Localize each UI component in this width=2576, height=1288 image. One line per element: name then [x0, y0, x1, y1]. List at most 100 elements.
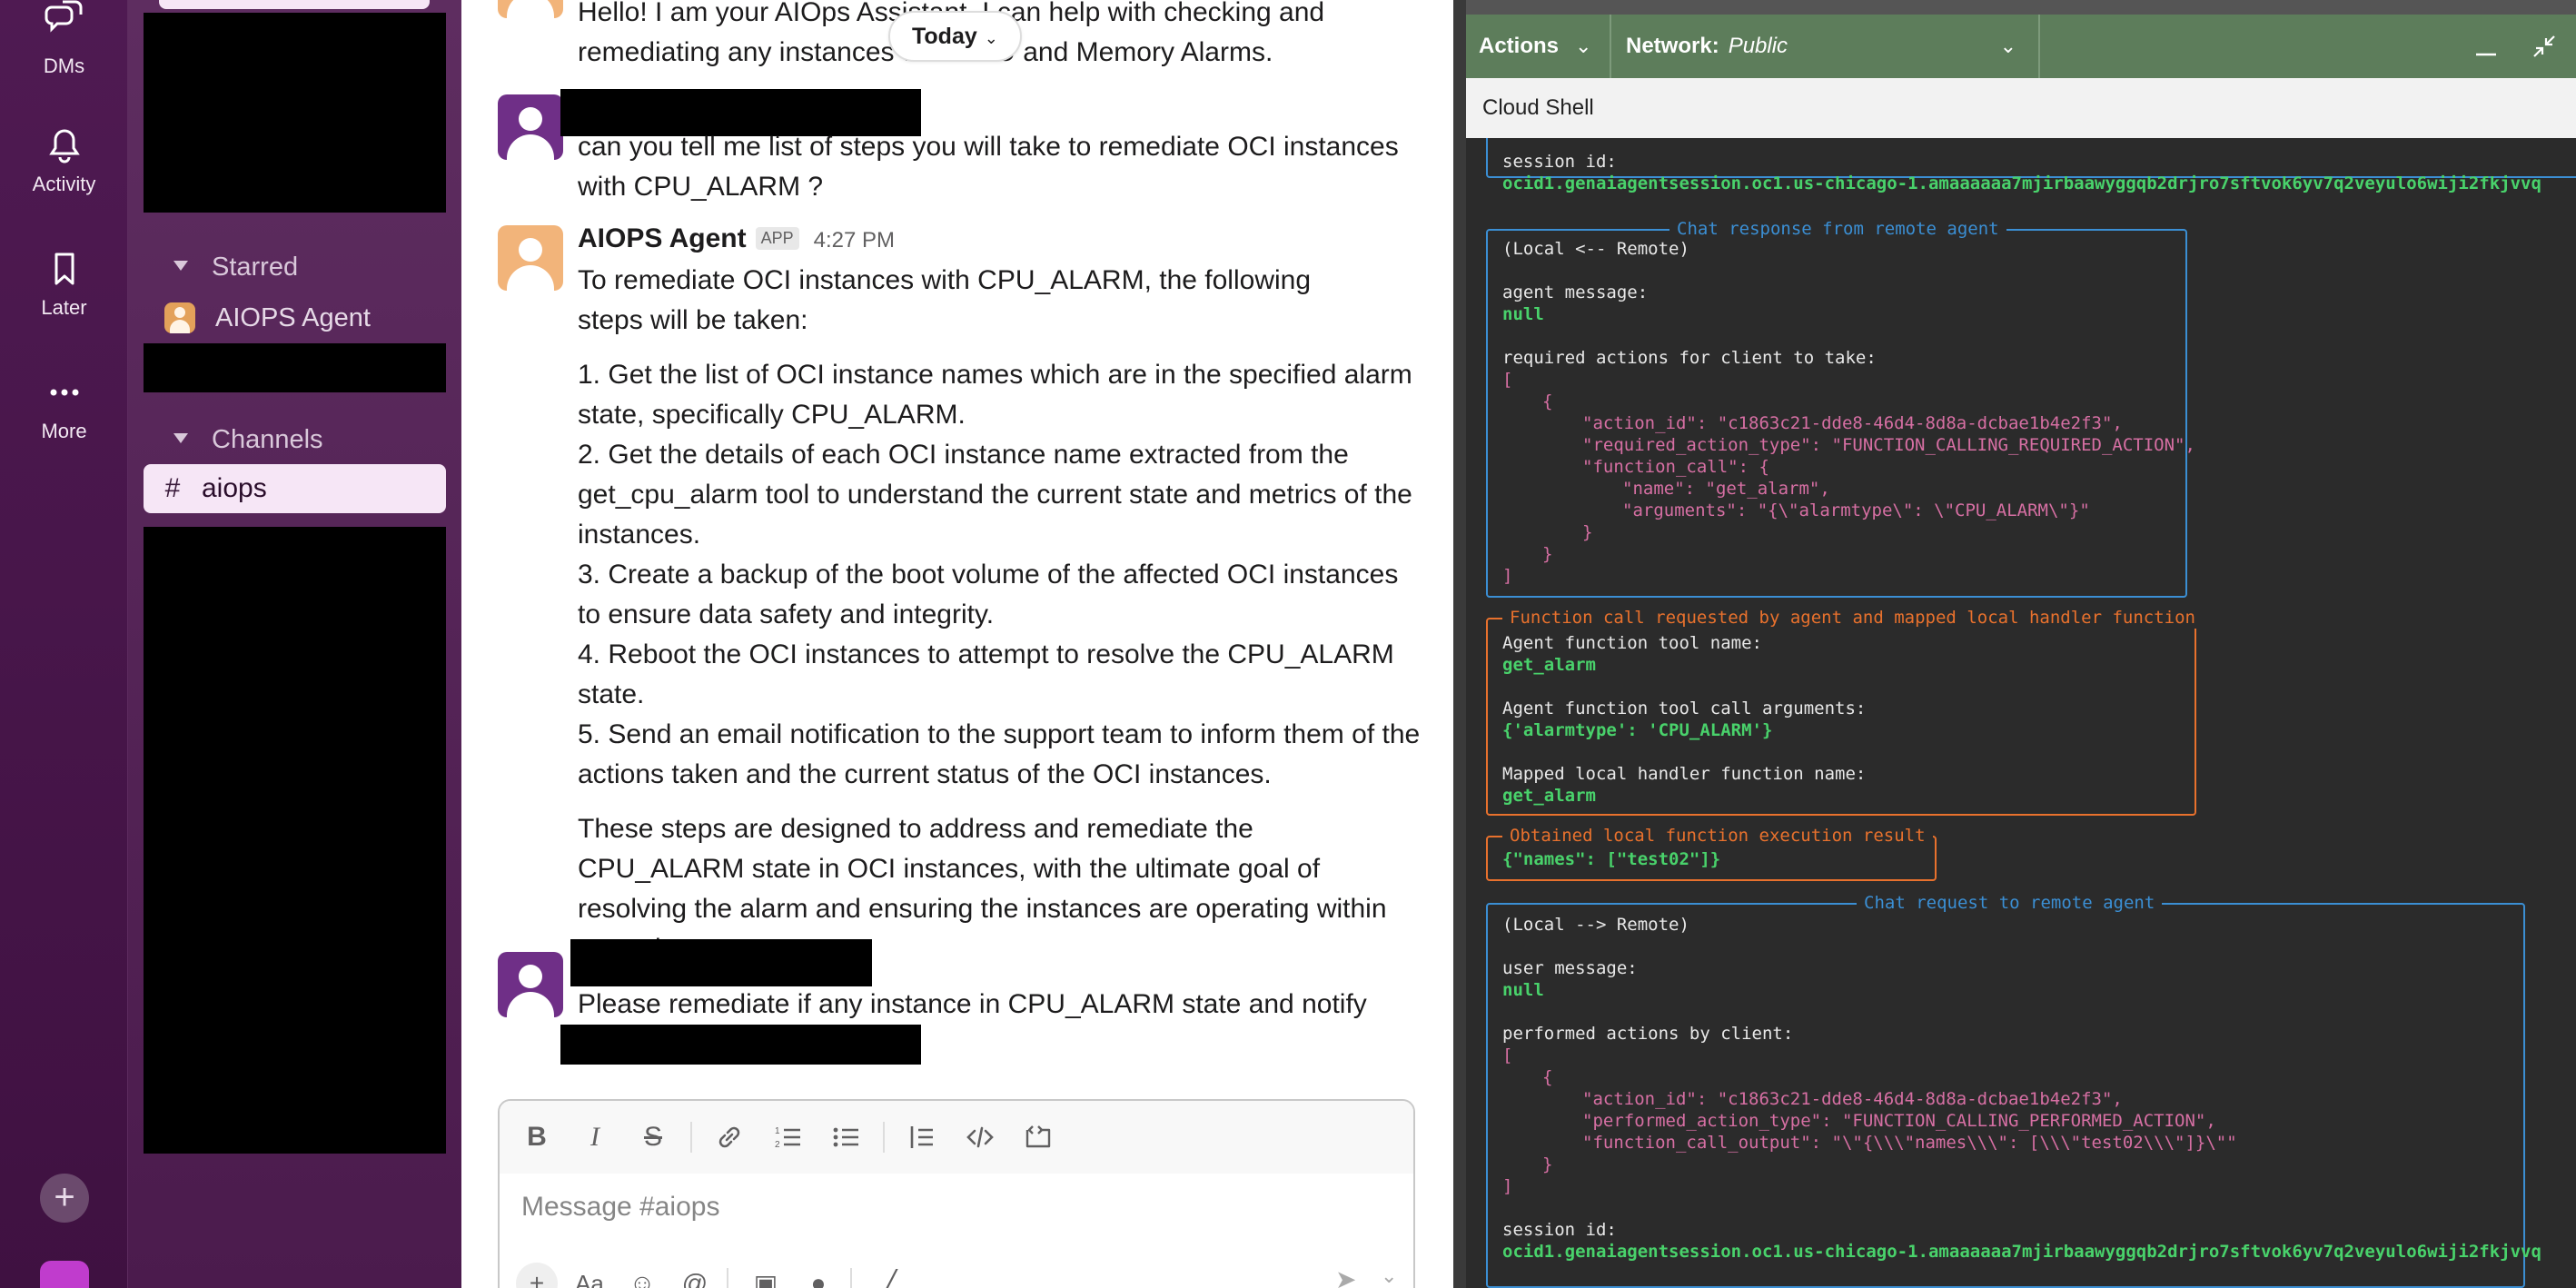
microphone-icon[interactable]: ●: [798, 1263, 839, 1288]
json-line: "performed_action_type": "FUNCTION_CALLI…: [1582, 1111, 2216, 1131]
plus-icon[interactable]: +: [516, 1263, 558, 1288]
code-icon[interactable]: [959, 1116, 1001, 1158]
bookmark-icon: [54, 253, 74, 285]
rail-later[interactable]: Later: [0, 251, 128, 320]
network-select[interactable]: Network: Public ⌄: [1626, 15, 2016, 78]
date-divider-button[interactable]: Today ⌄: [888, 11, 1022, 62]
session-id: ocid1.genaiagentsession.oc1.us-chicago-1…: [1502, 173, 2541, 193]
toolbar-divider: [690, 1122, 692, 1153]
composer-actions: + Aa ☺ @ ▣ ● ╱: [516, 1263, 921, 1288]
toolbar-divider: [1610, 15, 1611, 78]
activity-label: Activity: [32, 173, 96, 195]
session-id: ocid1.genaiagentsession.oc1.us-chicago-1…: [1502, 1242, 2541, 1262]
dms-icon: [45, 0, 82, 33]
caret-down-icon: [173, 260, 188, 271]
agent-message-value: null: [1502, 304, 1544, 324]
more-dots-icon: [50, 389, 78, 396]
shell-toolbar: Actions ⌄ Network: Public ⌄: [1466, 15, 2576, 78]
chevron-down-icon: ⌄: [984, 29, 998, 47]
italic-icon[interactable]: I: [574, 1116, 616, 1158]
toolbar-divider: [883, 1122, 885, 1153]
emoji-icon[interactable]: ☺: [621, 1263, 663, 1288]
json-brace: {: [1542, 1067, 1553, 1087]
list-item: 2. Get the details of each OCI instance …: [578, 440, 1412, 550]
cloud-shell-panel: Actions ⌄ Network: Public ⌄ Cloud Shell …: [1466, 0, 2576, 1288]
rail-activity[interactable]: Activity: [0, 127, 128, 196]
bold-icon[interactable]: B: [516, 1116, 558, 1158]
selected-item-top[interactable]: [159, 0, 430, 9]
toolbar-divider: [850, 1268, 852, 1288]
minimize-icon[interactable]: [2472, 15, 2500, 78]
toolbar-divider: [2038, 15, 2040, 78]
list-item: 5. Send an email notification to the sup…: [578, 719, 1421, 789]
box-title: Function call requested by agent and map…: [1502, 607, 2203, 629]
avatar[interactable]: [498, 0, 563, 18]
message-input[interactable]: [521, 1192, 1339, 1223]
slash-command-icon[interactable]: ╱: [868, 1263, 910, 1288]
json-line: "function_call": {: [1582, 457, 1769, 477]
direction-label: (Local <-- Remote): [1502, 239, 1689, 259]
redacted-block: [144, 527, 446, 1154]
terminal-output[interactable]: session id: ocid1.genaiagentsession.oc1.…: [1466, 138, 2576, 1288]
fn-args-label: Agent function tool call arguments:: [1502, 698, 1867, 718]
restore-icon[interactable]: [2531, 15, 2558, 78]
send-options-chevron-icon[interactable]: ⌄: [1381, 1264, 1397, 1288]
workspace-rail: DMs Activity Later More +: [0, 0, 128, 1288]
result-value: {"names": ["test02"]}: [1502, 849, 1721, 869]
session-label: session id:: [1502, 152, 1617, 172]
json-bracket: ]: [1502, 566, 1513, 586]
list-item: 3. Create a backup of the boot volume of…: [578, 560, 1399, 629]
chevron-down-icon: ⌄: [1575, 35, 1592, 57]
network-label: Network:: [1626, 34, 1719, 58]
hash-icon: #: [164, 473, 181, 503]
avatar[interactable]: [498, 225, 563, 291]
redacted-block: [144, 343, 446, 392]
starred-section-header[interactable]: Starred: [173, 253, 298, 282]
message-text: can you tell me list of steps you will t…: [578, 132, 1399, 202]
json-line: "function_call_output": "\"{\\\"names\\\…: [1582, 1133, 2237, 1153]
avatar[interactable]: [498, 952, 563, 1017]
code-block-icon[interactable]: [1017, 1116, 1059, 1158]
json-line: "arguments": "{\"alarmtype\": \"CPU_ALAR…: [1622, 500, 2090, 520]
starred-label: Starred: [212, 253, 299, 282]
fn-tool-name-label: Agent function tool name:: [1502, 633, 1762, 653]
avatar[interactable]: [498, 94, 563, 160]
blockquote-icon[interactable]: [901, 1116, 943, 1158]
svg-text:1: 1: [775, 1126, 780, 1136]
caret-down-icon: [173, 432, 188, 443]
rail-dms[interactable]: DMs: [0, 0, 128, 78]
redacted-mention: [560, 1025, 921, 1065]
sidebar-item-aiops[interactable]: # aiops: [144, 464, 446, 513]
timestamp[interactable]: 4:27 PM: [814, 228, 895, 253]
channel-sidebar: Starred AIOPS Agent Channels # aiops: [128, 0, 461, 1288]
bullet-list-icon[interactable]: [825, 1116, 867, 1158]
send-icon[interactable]: ➤: [1335, 1264, 1356, 1288]
video-icon[interactable]: ▣: [745, 1263, 787, 1288]
json-line: "action_id": "c1863c21-dde8-46d4-8d8a-dc…: [1582, 1089, 2123, 1109]
strikethrough-icon[interactable]: S: [632, 1116, 674, 1158]
pane-divider[interactable]: [1453, 0, 1466, 1288]
channels-label: Channels: [212, 425, 323, 454]
rail-more[interactable]: More: [0, 374, 128, 443]
direction-label: (Local --> Remote): [1502, 915, 1689, 935]
formatting-toolbar: B I S 12: [500, 1101, 1413, 1174]
sidebar-item-label: aiops: [202, 473, 267, 503]
user-avatar[interactable]: [40, 1261, 89, 1288]
sender-name[interactable]: AIOPS Agent: [578, 223, 747, 254]
actions-menu-button[interactable]: Actions ⌄: [1479, 15, 1591, 78]
agent-message-label: agent message:: [1502, 282, 1649, 302]
text-format-icon[interactable]: Aa: [569, 1263, 610, 1288]
json-bracket: [: [1502, 370, 1513, 390]
mention-icon[interactable]: @: [674, 1263, 716, 1288]
json-brace: }: [1582, 522, 1593, 542]
steps-list: 1. Get the list of OCI instance names wh…: [578, 355, 1422, 795]
svg-text:2: 2: [775, 1140, 780, 1150]
add-workspace-button[interactable]: +: [40, 1174, 89, 1223]
ordered-list-icon[interactable]: 12: [767, 1116, 808, 1158]
channels-section-header[interactable]: Channels: [173, 425, 323, 455]
required-actions-label: required actions for client to take:: [1502, 348, 1877, 368]
link-icon[interactable]: [708, 1116, 750, 1158]
chevron-down-icon: ⌄: [1999, 35, 2016, 57]
json-brace: }: [1542, 1154, 1553, 1174]
sidebar-item-aiops-agent[interactable]: AIOPS Agent: [164, 302, 371, 334]
